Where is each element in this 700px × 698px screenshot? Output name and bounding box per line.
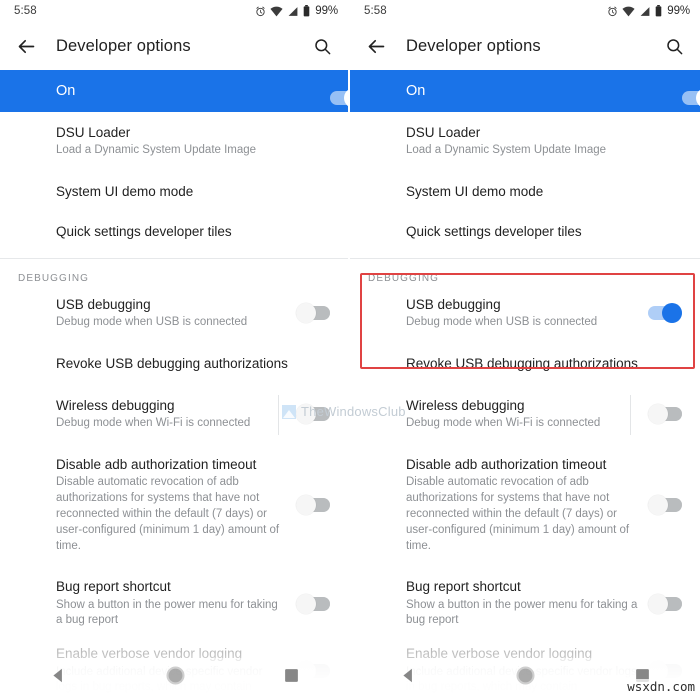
list-item-title: DSU Loader — [56, 125, 131, 140]
list-item-subtitle: Debug mode when Wi-Fi is connected — [56, 417, 251, 430]
phone-panel-right: 5:58 99% Developer options On DSU Loader… — [350, 0, 700, 698]
list-item[interactable]: System UI demo mode — [350, 173, 700, 213]
list-item-title: Wireless debugging — [406, 397, 525, 413]
list-item-wireless-debugging[interactable]: Wireless debugging Debug mode when Wi-Fi… — [350, 389, 700, 448]
app-bar: Developer options — [0, 22, 348, 70]
screenshot-stage: 5:58 99% Developer options On DSU Loader… — [0, 0, 700, 698]
battery-icon — [655, 5, 662, 17]
usb-debugging-toggle[interactable] — [296, 303, 330, 324]
status-time: 5:58 — [364, 5, 387, 17]
list-item-title: DSU Loader — [406, 125, 481, 140]
bug-report-shortcut-toggle[interactable] — [296, 593, 330, 614]
arrow-back-icon[interactable] — [12, 32, 40, 60]
watermark-wsxdn: wsxdn.com — [626, 679, 696, 694]
app-bar: Developer options — [350, 22, 700, 70]
adb-auth-timeout-toggle[interactable] — [296, 495, 330, 516]
list-item-title: Wireless debugging — [56, 397, 175, 413]
list-item[interactable]: Quick settings developer tiles — [0, 213, 348, 257]
android-nav-bar — [0, 658, 348, 698]
debugging-list-right: USB debugging Debug mode when USB is con… — [350, 293, 700, 697]
alarm-icon — [255, 6, 266, 17]
nav-recents-square-icon[interactable] — [284, 668, 299, 688]
nav-back-triangle-icon[interactable] — [400, 667, 417, 689]
arrow-back-icon[interactable] — [362, 32, 390, 60]
battery-icon — [303, 5, 310, 17]
wifi-icon — [270, 6, 283, 17]
section-header-debugging: DEBUGGING — [368, 272, 440, 284]
list-item-title: Bug report shortcut — [56, 579, 171, 595]
list-item-usb-debugging[interactable]: USB debugging Debug mode when USB is con… — [350, 294, 700, 345]
list-item-revoke-usb-auth[interactable]: Revoke USB debugging authorizations — [0, 345, 348, 389]
list-item-subtitle: Disable automatic revocation of adb auth… — [56, 476, 280, 552]
list-item-title: Revoke USB debugging authorizations — [56, 355, 288, 371]
alarm-icon — [607, 6, 618, 17]
master-switch-label: On — [406, 83, 426, 99]
list-item-revoke-usb-auth[interactable]: Revoke USB debugging authorizations — [350, 345, 700, 389]
list-item-subtitle: Load a Dynamic System Update Image — [406, 144, 607, 157]
wireless-debugging-toggle[interactable] — [278, 395, 330, 436]
list-item[interactable]: DSU Loader Load a Dynamic System Update … — [0, 112, 348, 173]
phone-panel-left: 5:58 99% Developer options On DSU Loader… — [0, 0, 348, 698]
status-bar: 5:58 99% — [0, 0, 348, 22]
developer-options-master-switch-row[interactable]: On — [350, 70, 700, 112]
list-item-subtitle: Load a Dynamic System Update Image — [56, 144, 257, 157]
list-item-bug-report-shortcut[interactable]: Bug report shortcut Show a button in the… — [350, 570, 700, 639]
list-item-title: Revoke USB debugging authorizations — [406, 355, 638, 371]
settings-list-top-right: DSU Loader Load a Dynamic System Update … — [350, 112, 700, 258]
list-item-title: System UI demo mode — [406, 184, 544, 200]
list-item[interactable]: System UI demo mode — [0, 173, 348, 213]
wireless-debugging-toggle[interactable] — [630, 395, 682, 436]
list-item-title: Quick settings developer tiles — [56, 224, 232, 240]
page-title: Developer options — [56, 36, 191, 55]
list-item-title: USB debugging — [406, 296, 501, 312]
wifi-icon — [622, 6, 635, 17]
battery-percent: 99% — [667, 5, 690, 17]
list-item-adb-auth-timeout[interactable]: Disable adb authorization timeout Disabl… — [350, 448, 700, 571]
signal-icon — [287, 6, 299, 17]
list-item-subtitle: Debug mode when USB is connected — [56, 315, 248, 328]
settings-list-top-left: DSU Loader Load a Dynamic System Update … — [0, 112, 348, 258]
list-item-title: Disable adb authorization timeout — [56, 456, 257, 472]
list-item-title: Quick settings developer tiles — [406, 224, 582, 240]
list-item-wireless-debugging[interactable]: Wireless debugging Debug mode when Wi-Fi… — [0, 389, 348, 448]
list-item[interactable]: Quick settings developer tiles — [350, 213, 700, 257]
page-title: Developer options — [406, 36, 541, 55]
battery-percent: 99% — [315, 5, 338, 17]
adb-auth-timeout-toggle[interactable] — [648, 495, 682, 516]
list-item-subtitle: Show a button in the power menu for taki… — [56, 598, 278, 627]
list-item-adb-auth-timeout[interactable]: Disable adb authorization timeout Disabl… — [0, 448, 348, 571]
debugging-list-left: USB debugging Debug mode when USB is con… — [0, 293, 348, 697]
list-item-subtitle: Show a button in the power menu for taki… — [406, 598, 638, 627]
developer-options-master-switch-row[interactable]: On — [0, 70, 348, 112]
nav-back-triangle-icon[interactable] — [50, 667, 67, 689]
master-switch-label: On — [56, 83, 76, 99]
status-icons: 99% — [607, 5, 690, 17]
list-item-subtitle: Disable automatic revocation of adb auth… — [406, 476, 630, 552]
list-item-subtitle: Debug mode when Wi-Fi is connected — [406, 417, 601, 430]
search-icon[interactable] — [662, 34, 686, 58]
usb-debugging-toggle[interactable] — [648, 303, 682, 324]
status-bar: 5:58 99% — [350, 0, 700, 22]
search-icon[interactable] — [310, 34, 334, 58]
nav-home-circle-icon[interactable] — [516, 666, 536, 690]
section-header-debugging: DEBUGGING — [18, 272, 90, 284]
list-item-bug-report-shortcut[interactable]: Bug report shortcut Show a button in the… — [0, 570, 348, 639]
list-item-usb-debugging[interactable]: USB debugging Debug mode when USB is con… — [0, 294, 348, 345]
list-item-subtitle: Debug mode when USB is connected — [406, 315, 598, 328]
list-item[interactable]: DSU Loader Load a Dynamic System Update … — [350, 112, 700, 173]
list-item-title: Bug report shortcut — [406, 579, 521, 595]
list-item-title: System UI demo mode — [56, 184, 194, 200]
status-icons: 99% — [255, 5, 338, 17]
list-item-title: USB debugging — [56, 296, 151, 312]
status-time: 5:58 — [14, 5, 37, 17]
signal-icon — [639, 6, 651, 17]
nav-home-circle-icon[interactable] — [165, 666, 185, 690]
bug-report-shortcut-toggle[interactable] — [648, 593, 682, 614]
list-item-title: Disable adb authorization timeout — [406, 456, 607, 472]
